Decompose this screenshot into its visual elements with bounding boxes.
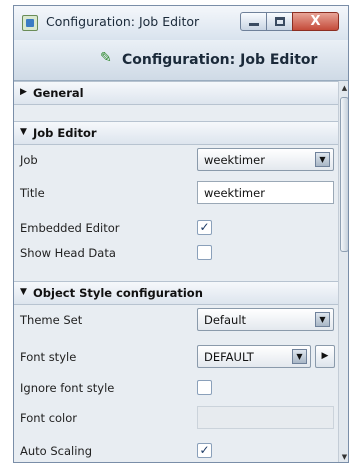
chevron-down-icon[interactable]: ▼: [315, 312, 330, 327]
section-general-title: General: [33, 86, 84, 100]
collapse-arrow-icon: ▼: [20, 127, 27, 137]
vertical-scrollbar[interactable]: ▲ ▼: [338, 81, 348, 462]
section-object-style-title: Object Style configuration: [33, 286, 203, 300]
theme-set-value: Default: [204, 313, 247, 327]
job-editor-window: Configuration: Job Editor X ✎ Configurat…: [13, 5, 349, 463]
chevron-down-icon[interactable]: ▼: [315, 152, 330, 167]
auto-scaling-checkbox[interactable]: ✓: [197, 443, 212, 458]
title-input-value: weektimer: [204, 186, 265, 200]
auto-scaling-row: Auto Scaling ✓: [14, 436, 338, 462]
close-icon: X: [310, 14, 321, 29]
title-row: Title weektimer: [14, 178, 338, 208]
maximize-icon: [275, 17, 285, 26]
section-object-style[interactable]: ▼ Object Style configuration: [14, 281, 338, 305]
window-title: Configuration: Job Editor: [46, 14, 200, 29]
ignore-font-style-checkbox[interactable]: [197, 380, 212, 395]
font-color-row: Font color: [14, 403, 338, 433]
font-color-label: Font color: [20, 411, 78, 425]
minimize-icon: [249, 23, 259, 26]
embedded-editor-checkbox[interactable]: ✓: [197, 220, 212, 235]
embedded-editor-label: Embedded Editor: [20, 221, 120, 235]
title-input[interactable]: weektimer: [197, 181, 334, 204]
font-style-more-button[interactable]: ▶: [315, 345, 335, 368]
font-color-field[interactable]: [197, 406, 334, 429]
expand-arrow-icon: ▶: [20, 87, 27, 97]
auto-scaling-label: Auto Scaling: [20, 444, 93, 458]
panel-header: ✎ Configuration: Job Editor: [14, 40, 348, 81]
font-style-label: Font style: [20, 350, 77, 364]
maximize-button[interactable]: [266, 12, 293, 31]
scroll-up-icon[interactable]: ▲: [339, 83, 348, 93]
edit-icon: ✎: [100, 50, 112, 66]
properties-panel: ▶ General ▼ Job Editor Job weektimer ▼ T…: [14, 81, 338, 462]
theme-set-row: Theme Set Default ▼: [14, 305, 338, 335]
section-job-editor[interactable]: ▼ Job Editor: [14, 121, 338, 145]
font-style-value: DEFAULT: [204, 350, 254, 364]
job-select[interactable]: weektimer ▼: [197, 148, 334, 171]
job-row: Job weektimer ▼: [14, 145, 338, 175]
title-bar[interactable]: Configuration: Job Editor X: [14, 6, 348, 41]
theme-set-select[interactable]: Default ▼: [197, 308, 334, 331]
ignore-font-style-row: Ignore font style: [14, 373, 338, 403]
title-label: Title: [20, 186, 45, 200]
ignore-font-style-label: Ignore font style: [20, 381, 115, 395]
minimize-button[interactable]: [240, 12, 267, 31]
font-style-select[interactable]: DEFAULT ▼: [197, 345, 311, 368]
show-head-data-checkbox[interactable]: [197, 245, 212, 260]
font-style-row: Font style DEFAULT ▼ ▶: [14, 342, 338, 372]
panel-title: Configuration: Job Editor: [122, 52, 318, 68]
close-button[interactable]: X: [292, 12, 339, 31]
scroll-down-icon[interactable]: ▼: [339, 452, 348, 462]
theme-set-label: Theme Set: [20, 313, 83, 327]
job-select-value: weektimer: [204, 153, 265, 167]
collapse-arrow-icon: ▼: [20, 287, 27, 297]
section-job-editor-title: Job Editor: [33, 126, 97, 140]
scrollbar-thumb[interactable]: [340, 97, 348, 252]
show-head-data-label: Show Head Data: [20, 246, 116, 260]
section-general[interactable]: ▶ General: [14, 81, 338, 105]
app-icon: [22, 15, 38, 31]
chevron-down-icon[interactable]: ▼: [292, 349, 307, 364]
show-head-data-row: Show Head Data: [14, 238, 338, 268]
job-label: Job: [20, 153, 38, 167]
